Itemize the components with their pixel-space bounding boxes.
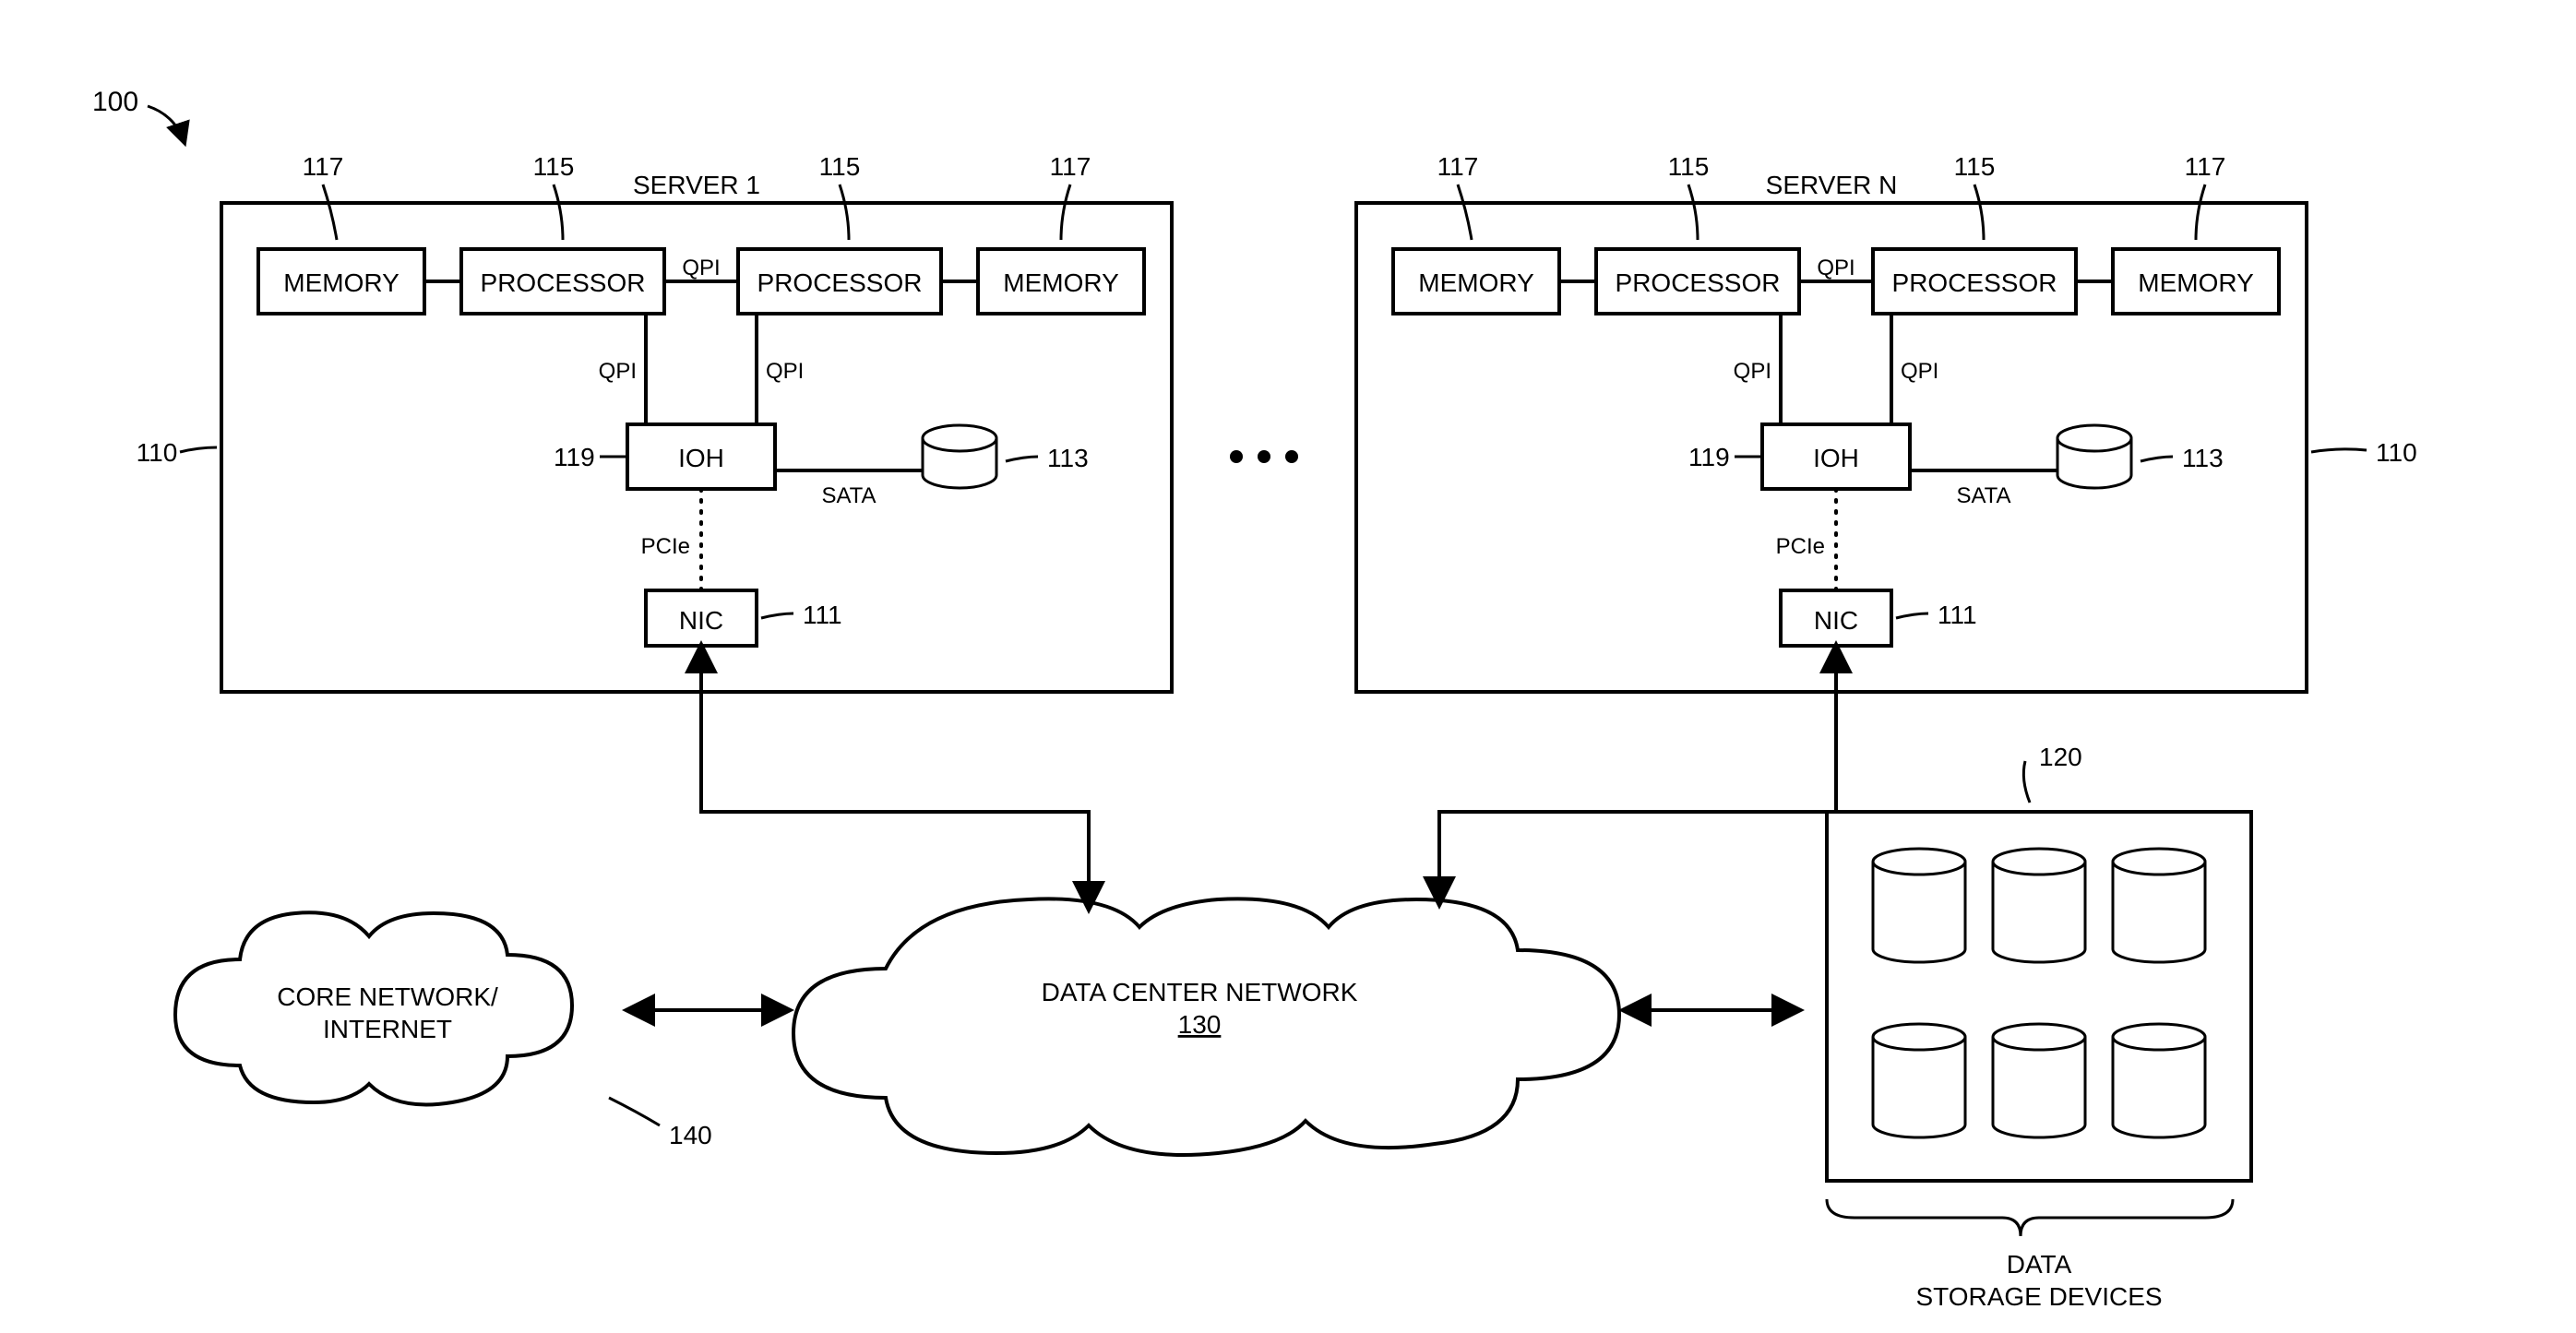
core-cloud-line2: INTERNET [323, 1015, 452, 1043]
server-1-ref-117b: 117 [1050, 152, 1091, 181]
core-cloud-line1: CORE NETWORK/ [277, 982, 498, 1011]
server-1-title: SERVER 1 [633, 171, 760, 199]
diagram-root: 100 SERVER 1 MEMORY PROCESSOR PROCESSOR … [0, 0, 2576, 1333]
server-n-sata: SATA [1956, 483, 2010, 508]
core-cloud-ref: 140 [669, 1121, 712, 1149]
server-n-ref-115b: 115 [1954, 152, 1996, 181]
server-n-ref-117b: 117 [2185, 152, 2226, 181]
server-n-ref-110: 110 [2376, 438, 2417, 467]
server-n-nic: NIC [1814, 606, 1858, 635]
server-n-ref-119: 119 [1688, 443, 1730, 471]
server-n: SERVER N MEMORY PROCESSOR PROCESSOR MEMO… [1356, 152, 2307, 692]
server-1-pcie: PCIe [641, 534, 690, 559]
server-n-ref-117a: 117 [1437, 152, 1479, 181]
storage-ref: 120 [2039, 743, 2082, 771]
storage-caption-1: DATA [2007, 1250, 2072, 1279]
server-1-qpi-r: QPI [766, 359, 804, 384]
storage-box [1827, 812, 2251, 1181]
server-1-ref-110: 110 [137, 438, 178, 467]
storage-caption-2: STORAGE DEVICES [1915, 1282, 2162, 1311]
server-1-ioh: IOH [678, 444, 724, 472]
server-1: SERVER 1 MEMORY PROCESSOR PROCESSOR MEMO… [221, 152, 1172, 692]
server-n-mem-right: MEMORY [2138, 268, 2254, 297]
server-1-mem-left: MEMORY [283, 268, 400, 297]
server-1-sata: SATA [821, 483, 876, 508]
figure-ref: 100 [92, 87, 185, 143]
server-n-ref-113: 113 [2182, 444, 2224, 472]
server-1-ref-111: 111 [803, 601, 842, 629]
server-n-ioh: IOH [1813, 444, 1859, 472]
dcn-line1: DATA CENTER NETWORK [1042, 978, 1358, 1006]
server-1-qpi-l: QPI [599, 359, 637, 384]
server-n-ref-111: 111 [1938, 601, 1977, 629]
server-1-mem-right: MEMORY [1003, 268, 1119, 297]
server-n-qpi-top: QPI [1817, 256, 1854, 280]
server-n-pcie: PCIe [1776, 534, 1825, 559]
server-1-proc-left: PROCESSOR [481, 268, 646, 297]
server-n-proc-right: PROCESSOR [1892, 268, 2057, 297]
ellipsis-icon [1230, 450, 1298, 463]
server-n-qpi-l: QPI [1734, 359, 1771, 384]
server-1-nic: NIC [679, 606, 723, 635]
dcn-cloud: DATA CENTER NETWORK 130 [793, 899, 1619, 1155]
server-1-ref-117a: 117 [303, 152, 344, 181]
server-1-ref-113: 113 [1047, 444, 1089, 472]
server-1-ref-115b: 115 [819, 152, 861, 181]
figure-ref-number: 100 [92, 87, 138, 117]
dcn-ref: 130 [1178, 1010, 1222, 1039]
server-n-qpi-r: QPI [1901, 359, 1938, 384]
core-network-cloud: CORE NETWORK/ INTERNET [175, 912, 572, 1104]
server-n-ref-115a: 115 [1668, 152, 1710, 181]
server-1-ref-115a: 115 [533, 152, 575, 181]
server-n-mem-left: MEMORY [1418, 268, 1534, 297]
server-n-proc-left: PROCESSOR [1616, 268, 1781, 297]
server-1-qpi-top: QPI [682, 256, 720, 280]
server-n-title: SERVER N [1766, 171, 1898, 199]
server-1-proc-right: PROCESSOR [757, 268, 923, 297]
server-1-ref-119: 119 [554, 443, 595, 471]
